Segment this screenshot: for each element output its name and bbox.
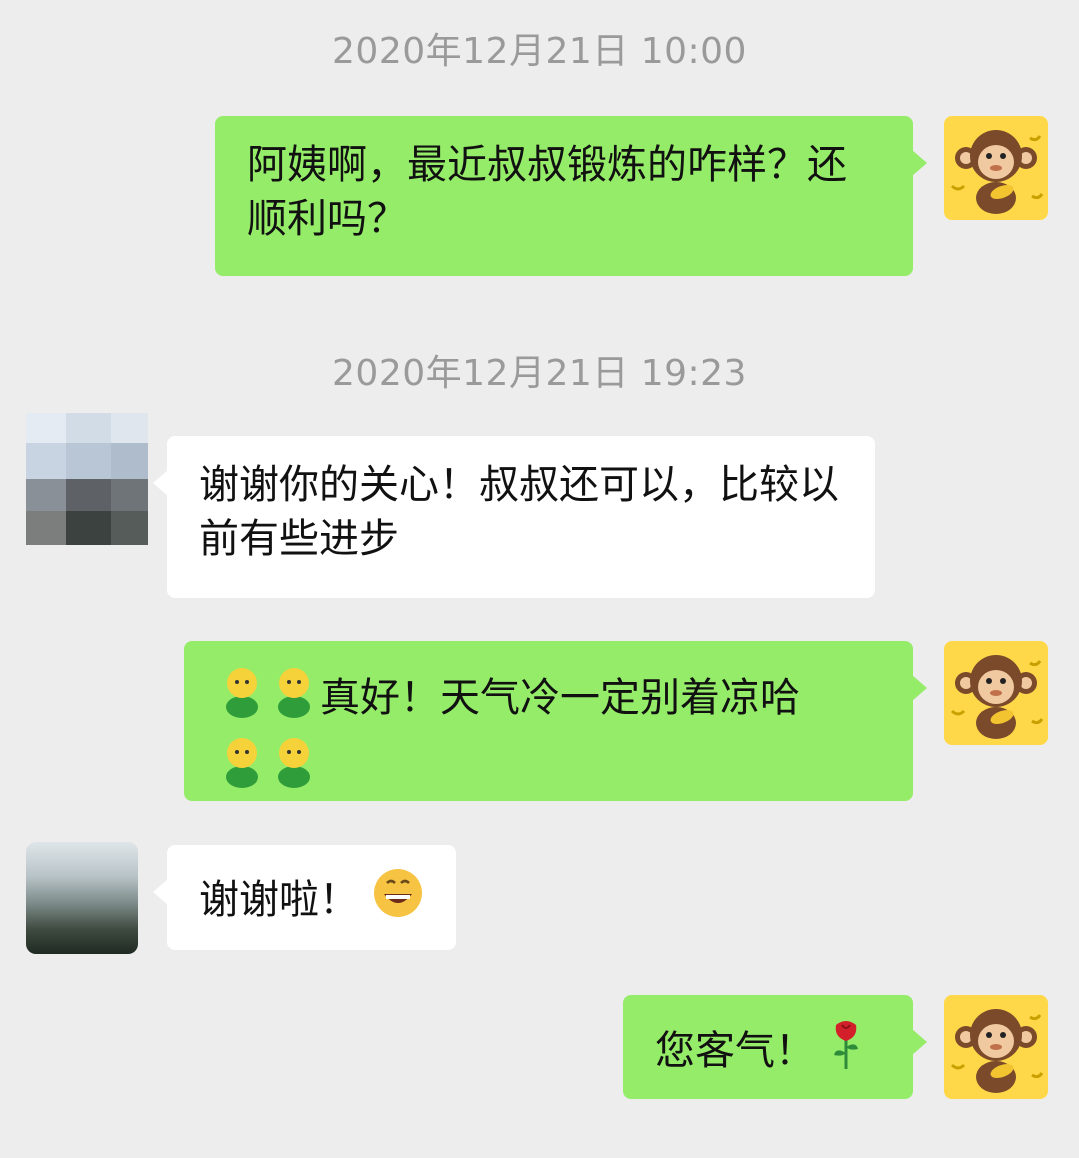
person-emoji	[268, 733, 320, 803]
person-emoji	[216, 733, 268, 803]
message-text: 谢谢啦！	[199, 877, 359, 923]
message-bubble-received[interactable]: 谢谢你的关心！叔叔还可以，比较以前有些进步	[153, 436, 875, 598]
message-bubble-received[interactable]: 谢谢啦！	[153, 845, 456, 950]
monkey-icon	[950, 655, 1044, 739]
message-text: 谢谢你的关心！叔叔还可以，比较以前有些进步	[199, 462, 839, 562]
monkey-avatar[interactable]	[944, 641, 1048, 745]
grin-emoji	[372, 867, 424, 933]
monkey-avatar[interactable]	[944, 995, 1048, 1099]
rose-emoji	[828, 1017, 864, 1085]
message-bubble-sent[interactable]: 阿姨啊，最近叔叔锻炼的咋样？还顺利吗？	[215, 116, 927, 276]
message-text: 真好！天气冷一定别着凉哈	[320, 675, 800, 721]
timestamp: 2020年12月21日 10:00	[332, 31, 747, 72]
monkey-avatar[interactable]	[944, 116, 1048, 220]
timestamp: 2020年12月21日 19:23	[332, 353, 747, 394]
landscape-avatar[interactable]	[26, 842, 138, 954]
pixelated-avatar[interactable]	[26, 413, 148, 545]
message-text: 您客气！	[655, 1028, 815, 1074]
message-bubble-sent[interactable]: 真好！天气冷一定别着凉哈	[184, 641, 927, 803]
monkey-icon	[950, 1009, 1044, 1093]
message-bubble-sent[interactable]: 您客气！	[623, 995, 927, 1099]
person-emoji	[216, 663, 268, 733]
monkey-icon	[950, 130, 1044, 214]
person-emoji	[268, 663, 320, 733]
message-text: 阿姨啊，最近叔叔锻炼的咋样？还顺利吗？	[247, 142, 847, 242]
